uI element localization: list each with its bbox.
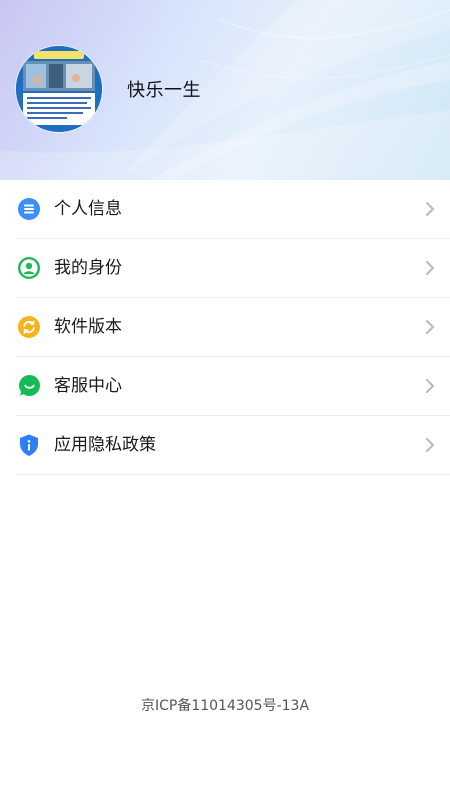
refresh-icon (17, 315, 41, 339)
user-icon (17, 256, 41, 280)
chevron-right-icon (424, 200, 436, 218)
avatar[interactable] (16, 46, 102, 132)
icp-license-text: 京ICP备11014305号-13A (140, 698, 310, 714)
menu-item-my-identity[interactable]: 我的身份 (0, 239, 450, 298)
menu-item-label: 我的身份 (54, 258, 122, 278)
avatar-image (16, 46, 102, 132)
chevron-right-icon (424, 259, 436, 277)
menu-item-privacy-policy[interactable]: 应用隐私政策 (0, 416, 450, 475)
menu-item-label: 客服中心 (54, 376, 122, 396)
chat-icon (17, 374, 41, 398)
chevron-right-icon (424, 377, 436, 395)
menu-item-software-version[interactable]: 软件版本 (0, 298, 450, 357)
menu-item-customer-service[interactable]: 客服中心 (0, 357, 450, 416)
menu-item-label: 个人信息 (54, 199, 122, 219)
chevron-right-icon (424, 436, 436, 454)
menu-item-label: 应用隐私政策 (54, 435, 156, 455)
chevron-right-icon (424, 318, 436, 336)
menu-item-personal-info[interactable]: 个人信息 (0, 180, 450, 239)
profile-page: 快乐一生 个人信息 我的身份 软件版本 客服中心 应用隐私政策 京ICP备110… (0, 0, 450, 800)
profile-header: 快乐一生 (0, 0, 450, 180)
list-icon (17, 197, 41, 221)
shield-info-icon (17, 433, 41, 457)
menu-item-label: 软件版本 (54, 317, 122, 337)
username: 快乐一生 (127, 80, 201, 101)
menu-list: 个人信息 我的身份 软件版本 客服中心 应用隐私政策 (0, 180, 450, 475)
